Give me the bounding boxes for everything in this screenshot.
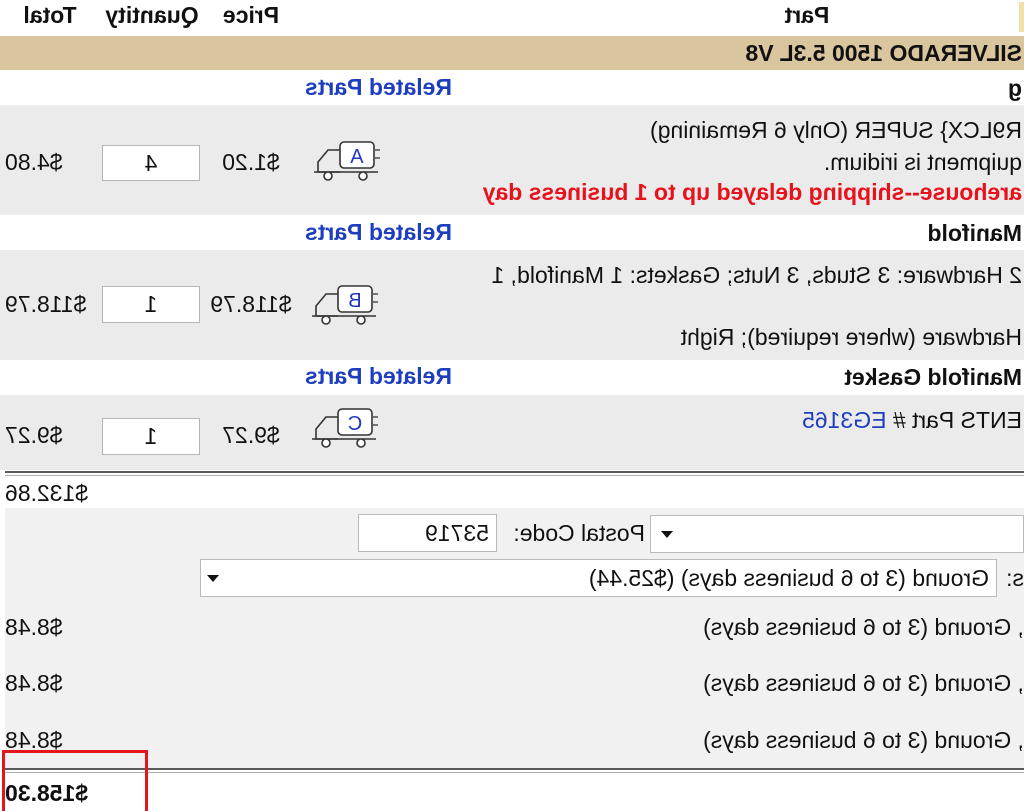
- category-row: Manifold Gasket Related Parts: [0, 360, 1024, 395]
- item-description-line: R9LCX} SUPER (Only 6 Remaining): [650, 117, 1022, 143]
- cart-header-row: Part Price Quantity Total: [0, 0, 1024, 35]
- category-row: Manifold Related Parts: [0, 215, 1024, 250]
- cart-item-row: ENTS Part # EG3165 C $9.27 $9.27: [0, 395, 1024, 470]
- cart-item-row: R9LCX} SUPER (Only 6 Remaining) quipment…: [0, 105, 1024, 215]
- shipping-options-label: s:: [1006, 565, 1024, 591]
- shipping-line-label: , Ground (3 to 6 business days): [703, 614, 1024, 640]
- postal-code-input[interactable]: [358, 514, 497, 552]
- item-price: $1.20: [222, 149, 280, 175]
- item-total: $4.80: [5, 149, 63, 175]
- category-title: Manifold Gasket: [844, 364, 1022, 390]
- shipping-warning: arehouse--shipping delayed up to 1 busin…: [482, 179, 1022, 205]
- cart-item-row: 2 Hardware: 3 Studs, 3 Nuts; Gaskets: 1 …: [0, 250, 1024, 360]
- highlight-box: [2, 750, 148, 811]
- category-row: g Related Parts: [0, 70, 1024, 105]
- chevron-down-icon: [207, 575, 219, 582]
- related-parts-link[interactable]: Related Parts: [305, 363, 452, 389]
- delivery-truck-icon: C: [308, 405, 378, 451]
- shipping-line-label: , Ground (3 to 6 business days): [703, 670, 1024, 696]
- header-cell-edge: [1019, 2, 1024, 32]
- postal-code-label: Postal Code:: [513, 520, 645, 546]
- subtotal-row: $132.86: [0, 476, 1024, 508]
- part-number-line: ENTS Part # EG3165: [802, 407, 1022, 433]
- cart-page: Part Price Quantity Total SILVERADO 1500…: [0, 0, 1024, 811]
- category-title: Manifold: [927, 220, 1022, 246]
- item-description-line: quipment is iridium.: [823, 149, 1022, 175]
- column-header-total: Total: [23, 2, 77, 28]
- ship-badge-letter: C: [348, 413, 362, 435]
- delivery-truck-icon: B: [308, 282, 378, 328]
- quantity-input[interactable]: [102, 145, 200, 181]
- item-description-line: Hardware (where required); Right: [680, 324, 1022, 350]
- column-header-quantity: Quantity: [105, 2, 199, 28]
- shipping-method-selected: Ground (3 to 6 business days) ($25.44): [588, 565, 989, 591]
- part-number-label: ENTS Part #: [892, 407, 1022, 433]
- column-header-part: Part: [784, 2, 830, 28]
- ship-badge-letter: B: [348, 290, 361, 312]
- category-title: g: [1007, 75, 1022, 101]
- item-description-line: 2 Hardware: 3 Studs, 3 Nuts; Gaskets: 1 …: [491, 262, 1022, 288]
- vehicle-band: SILVERADO 1500 5.3L V8: [0, 36, 1024, 70]
- shipping-line-amount: $8.48: [5, 614, 63, 640]
- region-select[interactable]: [650, 515, 1024, 553]
- shipping-line-amount: $8.48: [5, 670, 63, 696]
- shipping-method-select[interactable]: Ground (3 to 6 business days) ($25.44): [200, 559, 997, 597]
- item-price: $9.27: [222, 422, 280, 448]
- subtotal-value: $132.86: [5, 480, 89, 506]
- vehicle-title: SILVERADO 1500 5.3L V8: [745, 40, 1022, 66]
- ship-badge-letter: A: [350, 146, 364, 168]
- related-parts-link[interactable]: Related Parts: [305, 74, 452, 100]
- part-number-link[interactable]: EG3165: [802, 407, 886, 433]
- item-total: $118.79: [5, 291, 87, 317]
- item-price: $118.79: [210, 291, 292, 317]
- item-total: $9.27: [5, 422, 63, 448]
- delivery-truck-icon: A: [310, 138, 380, 184]
- related-parts-link[interactable]: Related Parts: [305, 219, 452, 245]
- shipping-panel: Postal Code: s: Ground (3 to 6 business …: [5, 508, 1024, 768]
- quantity-input[interactable]: [102, 286, 200, 323]
- grand-total-row: $158.30: [0, 773, 1024, 811]
- quantity-input[interactable]: [102, 418, 200, 455]
- shipping-line-label: , Ground (3 to 6 business days): [703, 727, 1024, 753]
- chevron-down-icon: [661, 531, 673, 538]
- column-header-price: Price: [222, 2, 280, 28]
